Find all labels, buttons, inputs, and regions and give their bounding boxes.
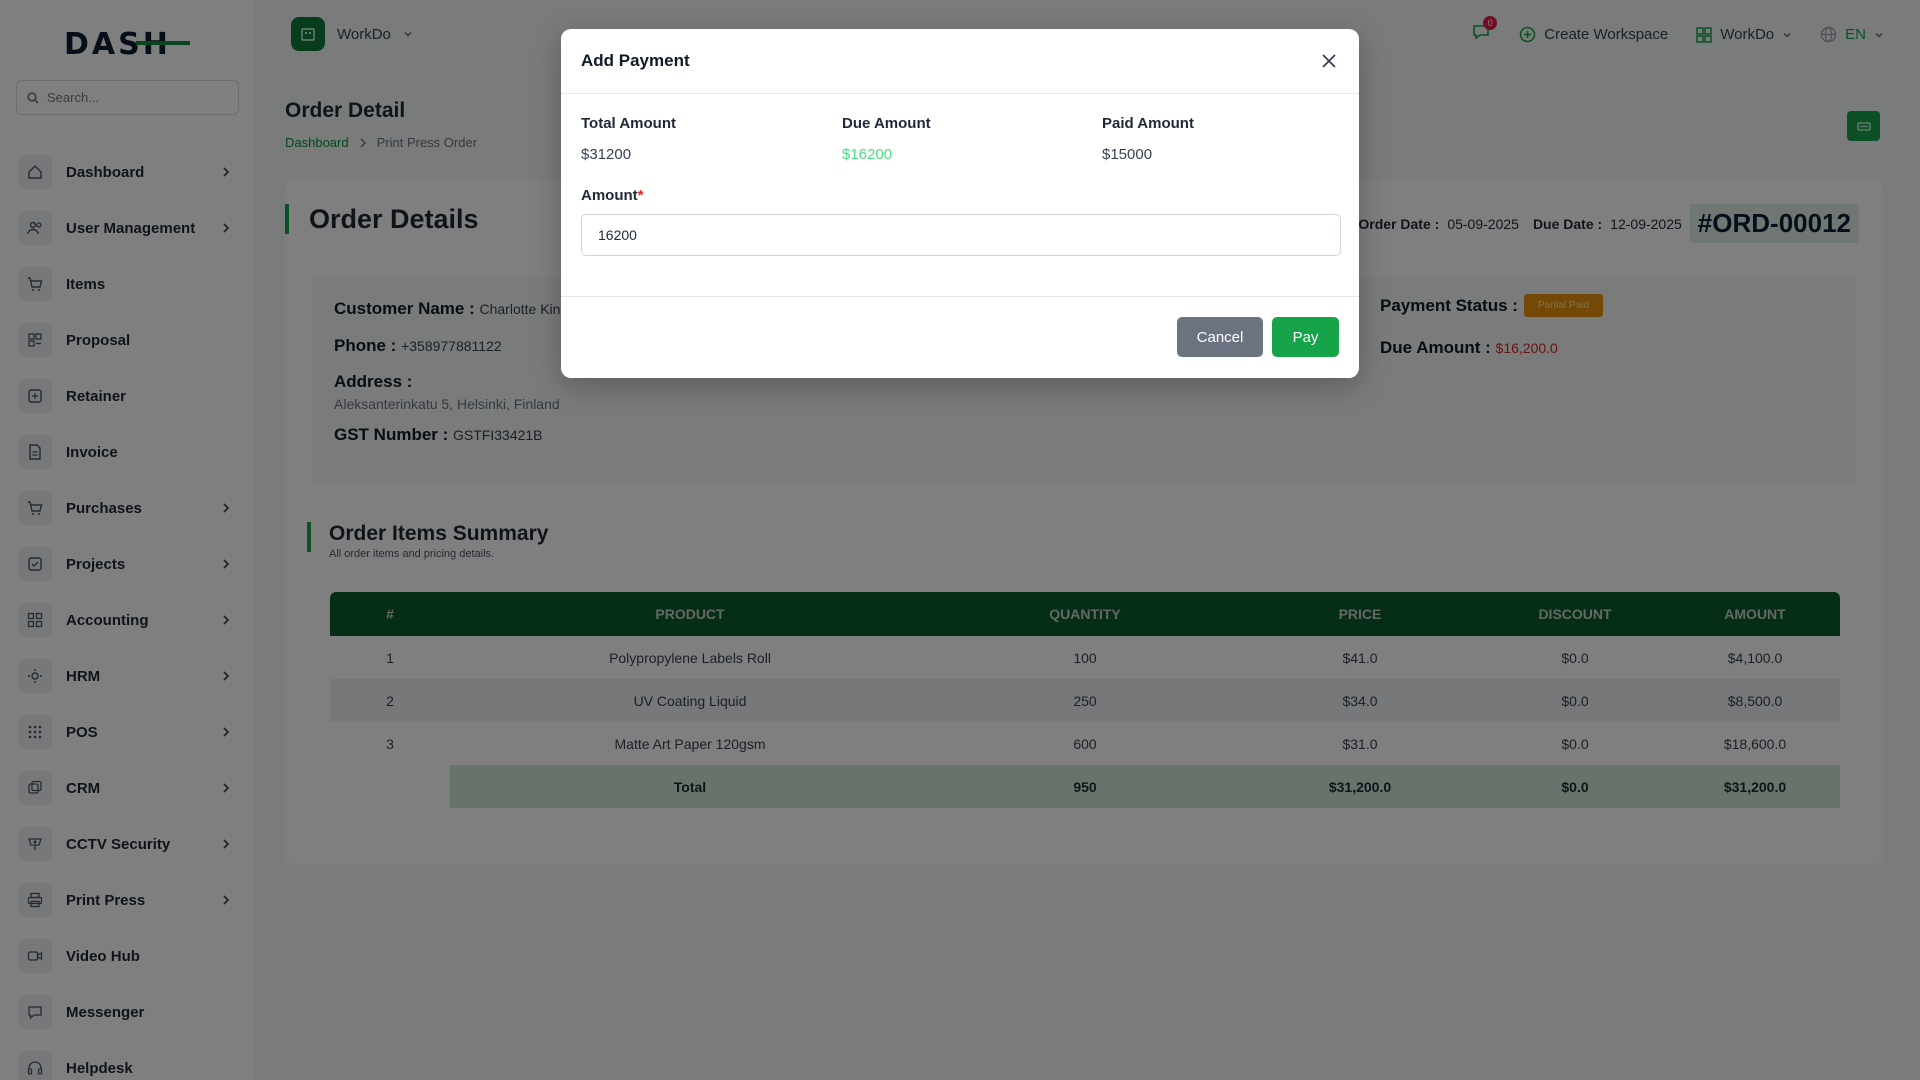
total-amount-value: $31200: [581, 146, 632, 163]
amount-field-label: Amount*: [581, 187, 644, 204]
modal-due-amount-value: $16200: [842, 146, 893, 163]
due-amount-block: Due Amount $16200: [842, 115, 1102, 163]
close-button[interactable]: [1317, 49, 1341, 73]
add-payment-modal: Add Payment Total Amount $31200 Due Amou…: [561, 29, 1359, 378]
cancel-button[interactable]: Cancel: [1177, 317, 1263, 357]
amount-label-text: Amount: [581, 187, 638, 204]
modal-footer: Cancel Pay: [561, 296, 1359, 378]
paid-amount-value: $15000: [1102, 146, 1153, 163]
total-amount-label: Total Amount: [581, 115, 676, 132]
pay-button[interactable]: Pay: [1272, 317, 1339, 357]
amount-input[interactable]: [581, 214, 1341, 256]
modal-title: Add Payment: [581, 51, 690, 70]
total-amount-block: Total Amount $31200: [581, 115, 841, 163]
paid-amount-block: Paid Amount $15000: [1102, 115, 1362, 163]
modal-header: Add Payment: [561, 29, 1359, 94]
modal-due-amount-label: Due Amount: [842, 115, 931, 132]
paid-amount-label: Paid Amount: [1102, 115, 1194, 132]
close-icon: [1322, 54, 1336, 68]
required-marker: *: [637, 187, 644, 204]
